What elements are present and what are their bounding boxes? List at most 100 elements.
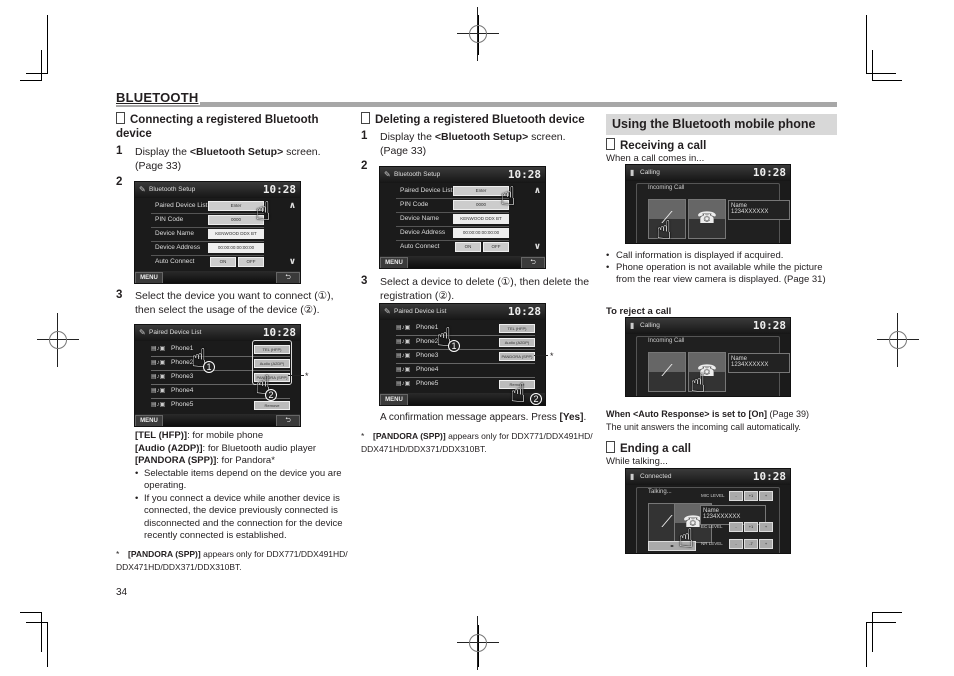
crop-mark: [872, 80, 902, 81]
crop-mark: [866, 73, 896, 74]
asterisk-marker: *: [550, 351, 554, 361]
phone-icon: ▮: [630, 321, 635, 330]
menu-button[interactable]: MENU: [380, 257, 408, 268]
scroll-up-icon[interactable]: ∧: [534, 185, 541, 196]
heading-square-icon: [606, 441, 615, 453]
footnote: * [PANDORA (SPP)] appears only for DDX771…: [116, 549, 348, 572]
answer-button[interactable]: ⟋: [648, 352, 686, 392]
col1-heading: Connecting a registered Bluetooth device: [116, 112, 319, 140]
receiving-notes: • Call information is displayed if acquir…: [606, 250, 836, 286]
bullet-item: • Call information is displayed if acquir…: [606, 250, 784, 261]
scroll-down-icon[interactable]: ∨: [289, 256, 296, 267]
ec-level-down[interactable]: -: [729, 522, 743, 532]
usage-item: [TEL (HFP)]: for mobile phone: [135, 430, 264, 441]
crop-mark: [872, 612, 902, 613]
auto-connect-on-button[interactable]: ON: [455, 242, 481, 252]
ending-heading: Ending a call: [606, 441, 691, 456]
scroll-up-icon[interactable]: ∧: [289, 200, 296, 211]
menu-button[interactable]: MENU: [380, 394, 408, 405]
connected-call-screen: ▮ Connected 10:28 Talking... ⟋ ☎ Name 1234X…: [625, 468, 791, 554]
list-item[interactable]: ▤♪▣ Phone1 TEL (HFP): [396, 321, 535, 336]
mic-level-value: +1: [744, 491, 758, 501]
callout-2: 2: [265, 389, 277, 401]
reject-call-screen: ▮ Calling 10:28 Incoming Call ⟋ ☎ Name 1234…: [625, 317, 791, 397]
pointing-hand-icon: ☝: [656, 215, 672, 244]
nr-level-value: -7: [744, 539, 758, 549]
phone-type-icon: ▤♪▣: [396, 339, 411, 345]
caller-info: Name 1234XXXXXX: [728, 200, 790, 220]
nr-level-up[interactable]: +: [759, 539, 773, 549]
device-name-button[interactable]: KENWOOD DDX BT: [453, 214, 509, 224]
col2-step1: Display the <Bluetooth Setup> screen. (P…: [380, 131, 566, 157]
remove-button[interactable]: Remove: [254, 401, 290, 410]
usage-item: [Audio (A2DP)]: for Bluetooth audio play…: [135, 442, 317, 454]
auto-connect-on-button[interactable]: ON: [210, 257, 236, 267]
phone-type-icon: ▤♪▣: [151, 346, 166, 352]
callout-1: 1: [203, 361, 215, 373]
phone-type-icon: ▤♪▣: [396, 381, 411, 387]
asterisk-marker: *: [305, 371, 309, 381]
heading-square-icon: [116, 112, 125, 124]
device-name-button[interactable]: KENWOOD DDX BT: [208, 229, 264, 239]
reject-button[interactable]: ☎: [688, 199, 726, 239]
crop-mark: [20, 612, 42, 613]
auto-response-note: When <Auto Response> is set to [On] (Pag…: [606, 409, 810, 432]
list-item[interactable]: ▤♪▣ Phone2 Audio (A2DP): [396, 335, 535, 350]
footnote: * [PANDORA (SPP)] appears only for DDX771…: [361, 431, 593, 454]
col2-heading: Deleting a registered Bluetooth device: [361, 112, 601, 127]
ec-level-up[interactable]: +: [759, 522, 773, 532]
back-icon[interactable]: ⮌: [276, 415, 300, 426]
crop-mark: [866, 15, 867, 74]
paired-device-list-screen: ✎ Paired Device List 10:28 ▤♪▣ Phone1 TEL (H…: [134, 324, 301, 427]
menu-button[interactable]: MENU: [135, 272, 163, 283]
registration-mark: [457, 7, 499, 61]
step-number: 2: [116, 176, 123, 188]
usage-item: [PANDORA (SPP)]: for Pandora*: [135, 455, 275, 466]
step-number: 2: [361, 160, 368, 172]
bluetooth-setup-screen: ✎ Bluetooth Setup 10:28 Paired Device List…: [379, 166, 546, 269]
crop-mark: [26, 622, 48, 623]
mic-level-down[interactable]: -: [729, 491, 743, 501]
crop-mark: [866, 622, 867, 667]
incoming-call-screen: ▮ Calling 10:28 Incoming Call ⟋ ☎ Name 1234…: [625, 164, 791, 244]
step-number: 1: [361, 130, 368, 142]
crop-mark: [47, 15, 48, 74]
caller-info: Name 1234XXXXXX: [728, 353, 790, 373]
crop-mark: [26, 73, 48, 74]
nr-level-down[interactable]: -: [729, 539, 743, 549]
back-icon[interactable]: ⮌: [521, 257, 545, 268]
auto-connect-off-button[interactable]: OFF: [238, 257, 264, 267]
heading-square-icon: [361, 112, 370, 124]
audio-a2dp-button[interactable]: Audio (A2DP): [499, 338, 535, 347]
heading-square-icon: [606, 138, 615, 150]
list-item[interactable]: ▤♪▣ Phone4: [396, 363, 535, 378]
crop-mark: [872, 612, 873, 652]
registration-mark: [877, 313, 919, 367]
pandora-spp-button[interactable]: PANDORA (SPP): [499, 352, 535, 361]
scroll-down-icon[interactable]: ∨: [534, 241, 541, 252]
crop-mark: [866, 622, 896, 623]
reject-heading: To reject a call: [606, 306, 672, 317]
pointing-hand-icon: ☝: [255, 196, 271, 226]
mic-level-up[interactable]: +: [759, 491, 773, 501]
menu-button[interactable]: MENU: [135, 415, 163, 426]
paired-device-list-screen: ✎ Paired Device List 10:28 ▤♪▣ Phone1 TEL (H…: [379, 303, 546, 406]
tel-hfp-button[interactable]: TEL (HFP): [499, 324, 535, 333]
wrench-icon: ✎: [384, 170, 391, 179]
auto-connect-off-button[interactable]: OFF: [483, 242, 509, 252]
bullet-item: • If you connect a device while another d…: [135, 492, 343, 542]
registration-mark: [37, 313, 79, 367]
wrench-icon: ✎: [139, 185, 146, 194]
phone-type-icon: ▤♪▣: [151, 360, 166, 366]
crop-mark: [41, 612, 42, 652]
step-number: 3: [361, 275, 368, 287]
list-item[interactable]: ▤♪▣ Phone3 PANDORA (SPP): [396, 349, 535, 364]
pointing-hand-icon: ☝: [690, 368, 706, 397]
phone-type-icon: ▤♪▣: [151, 402, 166, 408]
crop-mark: [20, 80, 42, 81]
phone-type-icon: ▤♪▣: [151, 374, 166, 380]
page-number: 34: [116, 587, 128, 598]
crop-mark: [872, 50, 873, 81]
callout-line: [288, 375, 304, 376]
back-icon[interactable]: ⮌: [276, 272, 300, 283]
